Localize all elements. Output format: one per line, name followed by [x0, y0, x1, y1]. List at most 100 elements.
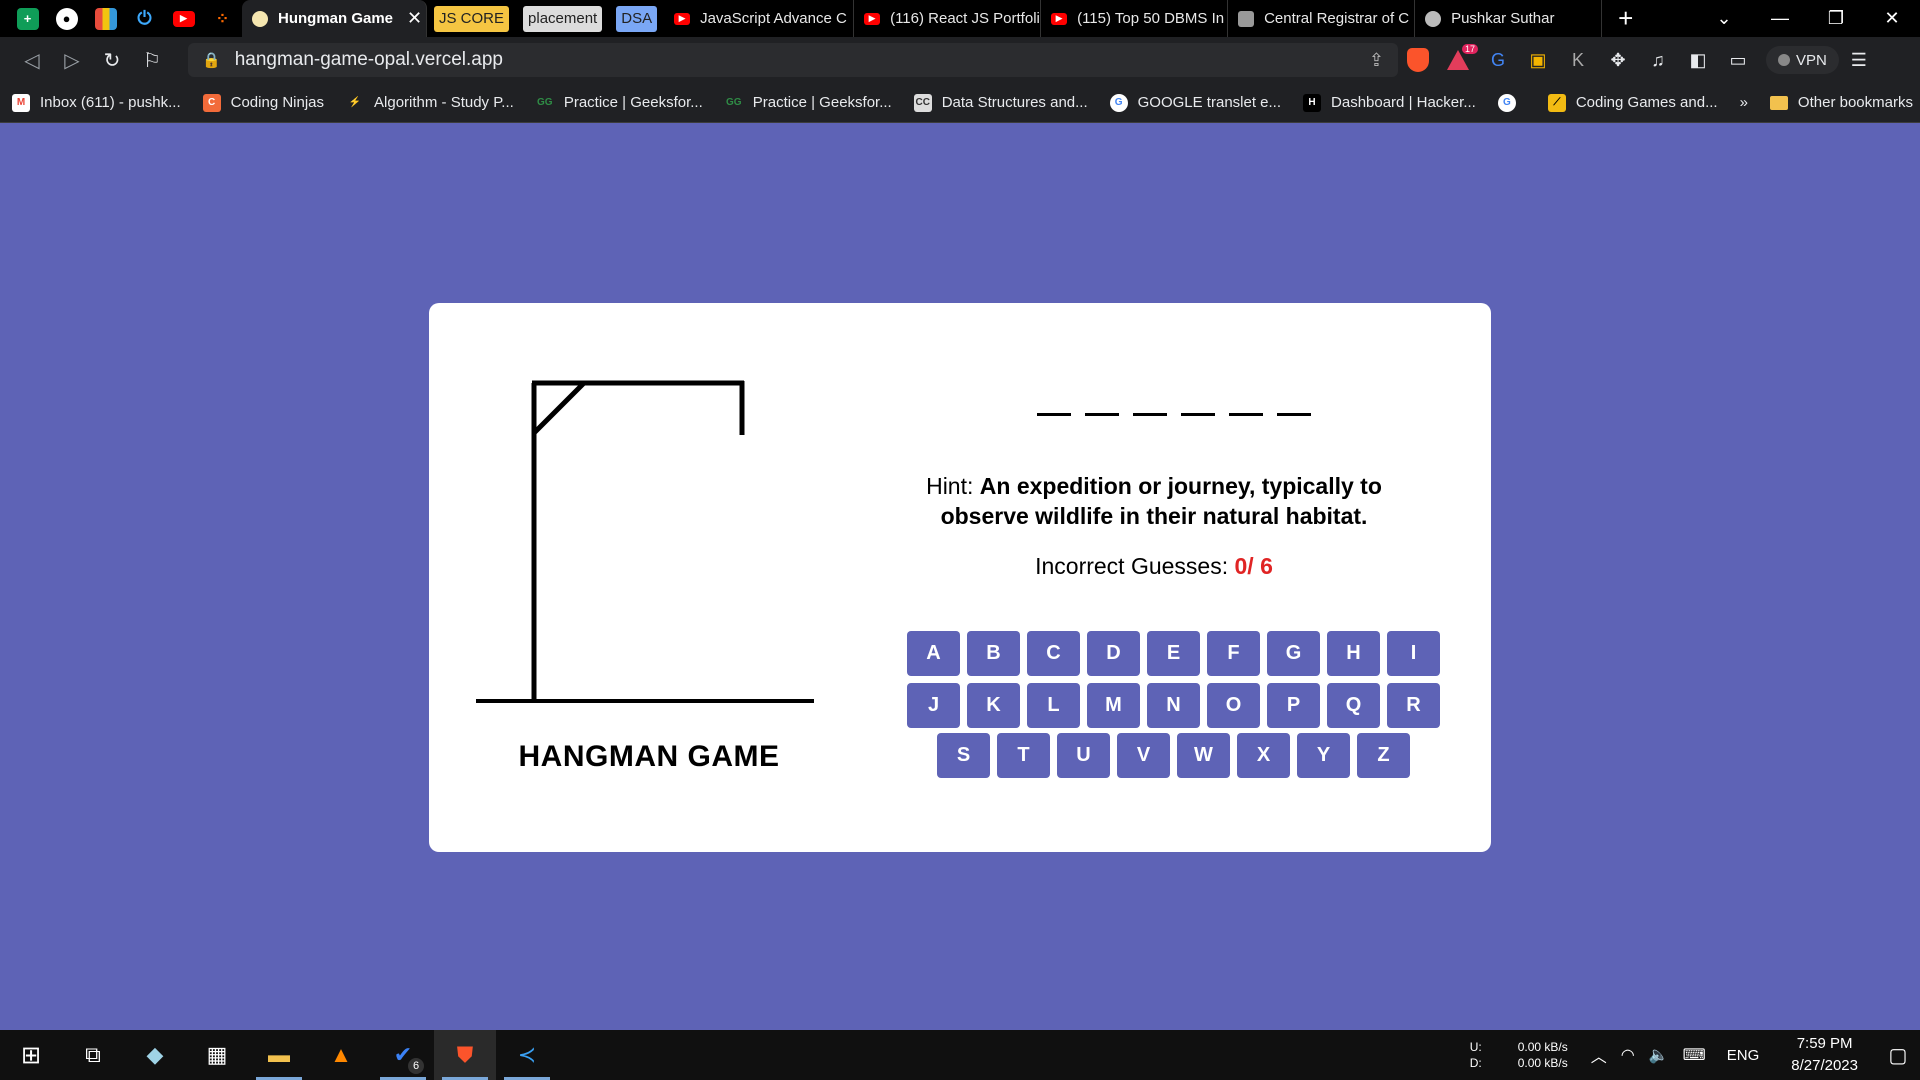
color-picker-icon[interactable]: ▣: [1518, 42, 1558, 78]
brave-rewards-icon[interactable]: 17: [1438, 42, 1479, 78]
hackerrank-icon: H: [1303, 93, 1322, 112]
bookmark-geeksforgeeks-2[interactable]: GG Practice | Geeksfor...: [724, 93, 892, 112]
key-n[interactable]: N: [1147, 683, 1200, 728]
key-h[interactable]: H: [1327, 631, 1380, 676]
key-w[interactable]: W: [1177, 733, 1230, 778]
key-b[interactable]: B: [967, 631, 1020, 676]
reload-button[interactable]: ↻: [92, 42, 132, 78]
bookmark-hackerrank[interactable]: H Dashboard | Hacker...: [1303, 93, 1476, 112]
app-cube-icon[interactable]: ◆: [124, 1030, 186, 1080]
address-bar[interactable]: 🔒 hangman-game-opal.vercel.app ⇪: [188, 43, 1398, 77]
bookmark-data-structures[interactable]: CC Data Structures and...: [913, 93, 1088, 112]
key-d[interactable]: D: [1087, 631, 1140, 676]
browser-tab-strip: + ● ⏻ ▶ ⁘ Hungman Game ✕ JS CORE placeme…: [0, 0, 1920, 37]
other-bookmarks[interactable]: Other bookmarks: [1769, 94, 1913, 111]
share-icon[interactable]: ⇪: [1369, 50, 1384, 71]
bookmark-google[interactable]: G: [1497, 93, 1526, 112]
wifi-icon[interactable]: ◠: [1621, 1045, 1635, 1065]
media-controls-icon[interactable]: ♫: [1638, 42, 1678, 78]
volume-icon[interactable]: 🔈: [1649, 1045, 1669, 1065]
key-l[interactable]: L: [1027, 683, 1080, 728]
todo-icon[interactable]: ✔ 6: [372, 1030, 434, 1080]
browser-toolbar: ◁ ▷ ↻ ⚐ 🔒 hangman-game-opal.vercel.app ⇪…: [0, 37, 1920, 83]
bookmark-page-button[interactable]: ⚐: [132, 42, 172, 78]
tab-group-placement[interactable]: placement: [523, 5, 603, 32]
vscode-icon[interactable]: ≺: [496, 1030, 558, 1080]
show-hidden-icons-chevron-icon[interactable]: ︿: [1591, 1043, 1607, 1067]
key-z[interactable]: Z: [1357, 733, 1410, 778]
vpn-button[interactable]: VPN: [1766, 46, 1839, 74]
google-sheets-icon: +: [16, 7, 39, 30]
bookmark-google-translate[interactable]: G GOOGLE translet e...: [1109, 93, 1281, 112]
windows-start-icon[interactable]: ⊞: [0, 1030, 62, 1080]
tab-javascript-advance[interactable]: ▶ JavaScript Advance C: [664, 0, 855, 37]
pinned-tab-dots[interactable]: ⁘: [203, 0, 242, 37]
calculator-icon[interactable]: ▦: [186, 1030, 248, 1080]
guesses-count: 0/ 6: [1234, 553, 1273, 579]
vlc-icon[interactable]: ▲: [310, 1030, 372, 1080]
tab-pushkar-suthar[interactable]: Pushkar Suthar: [1415, 0, 1603, 37]
tab-group-js-core[interactable]: JS CORE: [434, 5, 510, 32]
wallet-icon[interactable]: ▭: [1718, 42, 1758, 78]
file-explorer-icon[interactable]: ▬: [248, 1030, 310, 1080]
extensions-puzzle-icon[interactable]: ✥: [1598, 42, 1638, 78]
tab-close-icon[interactable]: ✕: [393, 8, 422, 29]
key-e[interactable]: E: [1147, 631, 1200, 676]
key-j[interactable]: J: [907, 683, 960, 728]
extension-k-icon[interactable]: K: [1558, 42, 1598, 78]
key-v[interactable]: V: [1117, 733, 1170, 778]
brave-browser-icon[interactable]: ⛊: [434, 1030, 496, 1080]
notification-center-icon[interactable]: ▢: [1876, 1043, 1920, 1068]
key-o[interactable]: O: [1207, 683, 1260, 728]
minimize-button[interactable]: —: [1752, 0, 1808, 37]
clock[interactable]: 7:59 PM 8/27/2023: [1791, 1033, 1858, 1077]
forward-button[interactable]: ▷: [52, 42, 92, 78]
pinned-tab-books[interactable]: [86, 0, 125, 37]
back-button[interactable]: ◁: [12, 42, 52, 78]
pinned-tab-github[interactable]: ●: [47, 0, 86, 37]
brave-shields-icon[interactable]: [1398, 42, 1438, 78]
restore-button[interactable]: ❐: [1808, 0, 1864, 37]
bookmark-geeksforgeeks-1[interactable]: GG Practice | Geeksfor...: [535, 93, 703, 112]
task-view-icon[interactable]: ⧉: [62, 1030, 124, 1080]
key-x[interactable]: X: [1237, 733, 1290, 778]
letter-slot: [1181, 413, 1215, 416]
menu-icon[interactable]: ☰: [1839, 42, 1879, 78]
bookmark-inbox[interactable]: M Inbox (611) - pushk...: [12, 93, 181, 112]
close-window-button[interactable]: ✕: [1864, 0, 1920, 37]
key-a[interactable]: A: [907, 631, 960, 676]
input-language[interactable]: ENG: [1727, 1047, 1760, 1064]
google-translate-icon[interactable]: G: [1478, 42, 1518, 78]
key-s[interactable]: S: [937, 733, 990, 778]
tab-group-dsa[interactable]: DSA: [616, 5, 658, 32]
bookmark-codingame[interactable]: ⟋ Coding Games and...: [1547, 93, 1718, 112]
tab-hungman-game[interactable]: Hungman Game ✕: [242, 0, 427, 37]
key-y[interactable]: Y: [1297, 733, 1350, 778]
key-i[interactable]: I: [1387, 631, 1440, 676]
key-u[interactable]: U: [1057, 733, 1110, 778]
pinned-tab-youtube[interactable]: ▶: [164, 0, 203, 37]
bookmark-algorithm[interactable]: ⚡ Algorithm - Study P...: [346, 93, 514, 112]
window-controls: ⌄ — ❐ ✕: [1696, 0, 1920, 37]
keyboard-icon[interactable]: ⌨: [1683, 1045, 1706, 1065]
bookmark-coding-ninjas[interactable]: C Coding Ninjas: [202, 93, 324, 112]
tab-dbms[interactable]: ▶ (115) Top 50 DBMS In: [1041, 0, 1229, 37]
sidebar-icon[interactable]: ◧: [1678, 42, 1718, 78]
key-k[interactable]: K: [967, 683, 1020, 728]
key-p[interactable]: P: [1267, 683, 1320, 728]
tab-react-portfolio[interactable]: ▶ (116) React JS Portfoli: [854, 0, 1042, 37]
tab-search-chevron-icon[interactable]: ⌄: [1696, 0, 1752, 37]
tab-central-registrar[interactable]: Central Registrar of C: [1228, 0, 1416, 37]
pinned-tab-power[interactable]: ⏻: [125, 0, 164, 37]
key-g[interactable]: G: [1267, 631, 1320, 676]
pinned-tab-sheets[interactable]: +: [8, 0, 47, 37]
new-tab-button[interactable]: +: [1618, 3, 1633, 34]
other-bookmarks-label: Other bookmarks: [1797, 94, 1913, 111]
key-f[interactable]: F: [1207, 631, 1260, 676]
key-m[interactable]: M: [1087, 683, 1140, 728]
key-c[interactable]: C: [1027, 631, 1080, 676]
key-t[interactable]: T: [997, 733, 1050, 778]
key-r[interactable]: R: [1387, 683, 1440, 728]
key-q[interactable]: Q: [1327, 683, 1380, 728]
more-bookmarks-button[interactable]: »: [1740, 94, 1748, 111]
